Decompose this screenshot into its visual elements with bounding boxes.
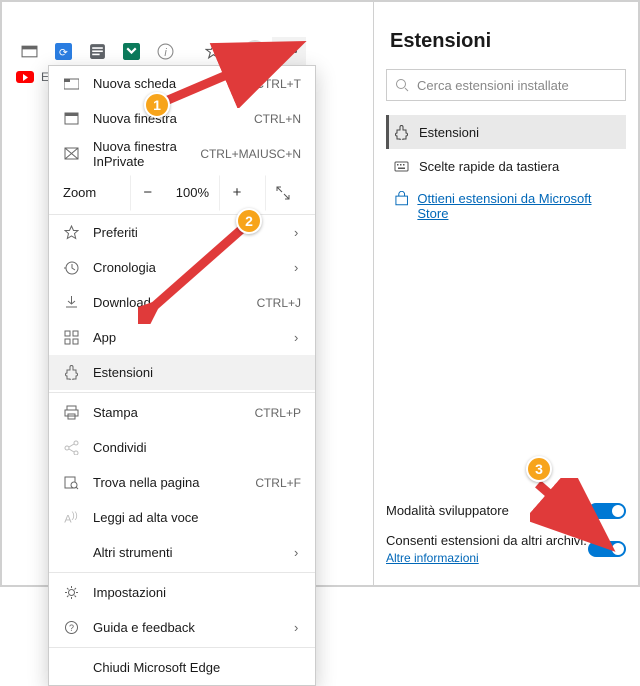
menu-extensions[interactable]: Estensioni bbox=[49, 355, 315, 390]
zoom-out-button[interactable]: − bbox=[130, 175, 166, 211]
callout-1: 1 bbox=[144, 92, 170, 118]
menu-favorites[interactable]: Preferiti › bbox=[49, 215, 315, 250]
dev-mode-toggle[interactable] bbox=[588, 503, 626, 519]
more-menu-button[interactable] bbox=[272, 37, 306, 65]
chevron-right-icon: › bbox=[294, 330, 301, 345]
sidebar-item-extensions[interactable]: Estensioni bbox=[386, 115, 626, 149]
menu-share: Condividi bbox=[49, 430, 315, 465]
find-icon bbox=[63, 475, 79, 490]
store-link[interactable]: Ottieni estensioni da Microsoft Store bbox=[386, 183, 626, 229]
store-icon bbox=[394, 191, 409, 207]
menu-help[interactable]: ? Guida e feedback › bbox=[49, 610, 315, 645]
page-icon[interactable] bbox=[80, 37, 114, 65]
search-icon bbox=[395, 78, 409, 92]
apps-icon bbox=[63, 330, 79, 345]
menu-apps[interactable]: App › bbox=[49, 320, 315, 355]
extensions-panel: Estensioni Cerca estensioni installate E… bbox=[373, 2, 638, 585]
allow-other-stores-row: Consenti estensioni da altri archivi. Al… bbox=[386, 526, 626, 573]
history-icon bbox=[63, 260, 79, 275]
menu-history[interactable]: Cronologia › bbox=[49, 250, 315, 285]
menu-close-edge[interactable]: Chiudi Microsoft Edge bbox=[49, 650, 315, 685]
chevron-right-icon: › bbox=[294, 620, 301, 635]
menu-more-tools[interactable]: Altri strumenti › bbox=[49, 535, 315, 570]
help-icon: ? bbox=[63, 620, 79, 635]
gear-icon bbox=[63, 585, 79, 600]
callout-2: 2 bbox=[236, 208, 262, 234]
window-icon bbox=[63, 111, 79, 126]
translate-icon[interactable]: ⟳ bbox=[46, 37, 80, 65]
chevron-right-icon: › bbox=[294, 545, 301, 560]
sidebar-item-shortcuts[interactable]: Scelte rapide da tastiera bbox=[386, 149, 626, 183]
extension-icon bbox=[394, 125, 409, 140]
svg-text:⟳: ⟳ bbox=[59, 46, 68, 58]
keyboard-icon bbox=[394, 159, 409, 174]
menu-zoom: Zoom − 100% + bbox=[49, 171, 315, 215]
zoom-value: 100% bbox=[176, 185, 209, 200]
search-extensions-input[interactable]: Cerca estensioni installate bbox=[386, 69, 626, 101]
menu-settings[interactable]: Impostazioni bbox=[49, 575, 315, 610]
read-aloud-icon: A)) bbox=[63, 510, 79, 526]
youtube-icon[interactable] bbox=[16, 71, 34, 83]
info-icon[interactable]: i bbox=[148, 37, 182, 65]
allow-other-stores-toggle[interactable] bbox=[588, 541, 626, 557]
fullscreen-button[interactable] bbox=[265, 175, 301, 211]
extension-icon bbox=[63, 365, 79, 380]
download-icon bbox=[63, 295, 79, 310]
star-icon bbox=[63, 225, 79, 240]
menu-find[interactable]: Trova nella pagina CTRL+F bbox=[49, 465, 315, 500]
callout-3: 3 bbox=[526, 456, 552, 482]
app-menu: Nuova scheda CTRL+T Nuova finestra CTRL+… bbox=[48, 65, 316, 686]
back-icon[interactable] bbox=[12, 37, 46, 65]
svg-text:?: ? bbox=[68, 623, 73, 633]
zoom-in-button[interactable]: + bbox=[219, 175, 255, 211]
chevron-right-icon: › bbox=[294, 260, 301, 275]
print-icon bbox=[63, 405, 79, 420]
favorites-icon[interactable] bbox=[196, 37, 230, 65]
profile-avatar[interactable] bbox=[238, 37, 272, 65]
menu-new-tab[interactable]: Nuova scheda CTRL+T bbox=[49, 66, 315, 101]
inprivate-icon bbox=[63, 146, 79, 161]
page-title: Estensioni bbox=[390, 30, 626, 53]
menu-downloads[interactable]: Download CTRL+J bbox=[49, 285, 315, 320]
menu-new-inprivate[interactable]: Nuova finestra InPrivate CTRL+MAIUSC+N bbox=[49, 136, 315, 171]
menu-print[interactable]: Stampa CTRL+P bbox=[49, 395, 315, 430]
chevron-right-icon: › bbox=[294, 225, 301, 240]
menu-new-window[interactable]: Nuova finestra CTRL+N bbox=[49, 101, 315, 136]
pocket-icon[interactable] bbox=[114, 37, 148, 65]
dev-mode-row: Modalità sviluppatore bbox=[386, 496, 626, 526]
menu-read-aloud: A)) Leggi ad alta voce bbox=[49, 500, 315, 535]
tab-icon bbox=[63, 76, 79, 91]
more-info-link[interactable]: Altre informazioni bbox=[386, 551, 479, 565]
svg-text:i: i bbox=[164, 46, 167, 58]
share-icon bbox=[63, 440, 79, 455]
